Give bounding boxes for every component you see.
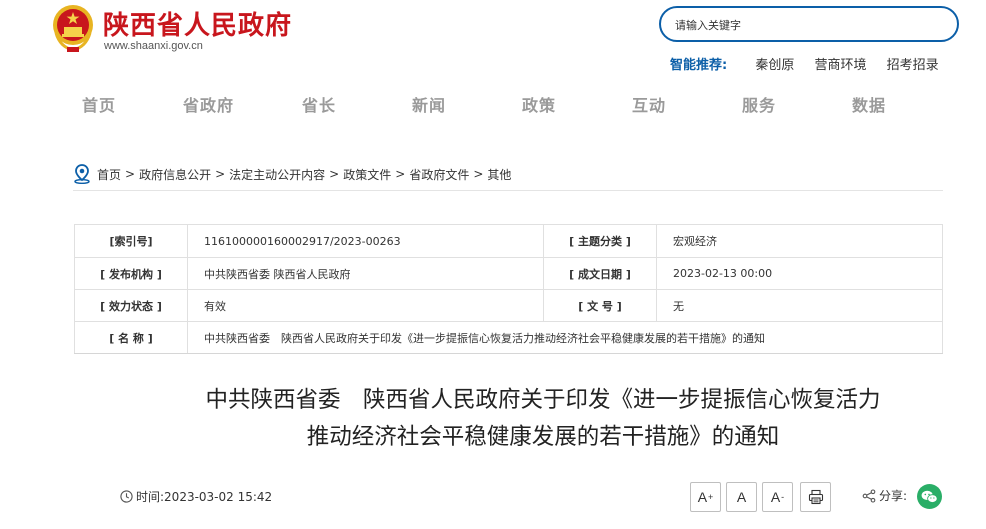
search-input[interactable] bbox=[675, 16, 925, 34]
topic-value: 宏观经济 bbox=[656, 224, 943, 258]
nav-item-policy[interactable]: 政策 bbox=[522, 92, 556, 116]
font-smaller-label: A bbox=[770, 489, 781, 505]
font-smaller-button[interactable]: A- bbox=[762, 482, 793, 512]
time-label: 时间: bbox=[136, 490, 165, 504]
share-label: 分享: bbox=[879, 489, 908, 503]
font-larger-label: A bbox=[697, 489, 708, 505]
nav-item-provincial-government[interactable]: 省政府 bbox=[183, 92, 234, 116]
national-emblem-icon bbox=[53, 5, 93, 52]
search-box[interactable] bbox=[659, 6, 959, 42]
font-normal-button[interactable]: A bbox=[726, 482, 757, 512]
smart-recommend-link-business-env[interactable]: 营商环境 bbox=[815, 58, 867, 73]
breadcrumb-divider bbox=[73, 190, 943, 191]
document-info-table: [索引号] 116100000160002917/2023-00263 [ 主题… bbox=[74, 224, 943, 354]
site-title: 陕西省人民政府 bbox=[103, 11, 293, 41]
article-title-line-2: 推动经济社会平稳健康发展的若干措施》的通知 bbox=[306, 424, 780, 450]
smart-recommend-link-qinchuangyuan[interactable]: 秦创原 bbox=[755, 58, 794, 73]
breadcrumb-item-policy-docs[interactable]: 政策文件 bbox=[343, 166, 391, 183]
breadcrumb-item-statutory[interactable]: 法定主动公开内容 bbox=[229, 166, 325, 183]
table-row: [索引号] 116100000160002917/2023-00263 [ 主题… bbox=[74, 224, 943, 258]
font-normal-label: A bbox=[736, 489, 747, 505]
date-value: 2023-02-13 00:00 bbox=[656, 257, 943, 290]
print-icon bbox=[808, 489, 823, 505]
breadcrumb-item-gov-info[interactable]: 政府信息公开 bbox=[139, 166, 211, 183]
name-label: [ 名 称 ] bbox=[74, 321, 188, 354]
wechat-share-button[interactable] bbox=[917, 484, 942, 509]
breadcrumb-item-home[interactable]: 首页 bbox=[97, 166, 121, 183]
index-label: [索引号] bbox=[74, 224, 188, 258]
clock-icon bbox=[120, 490, 133, 503]
issuer-label: [ 发布机构 ] bbox=[74, 257, 188, 290]
status-label: [ 效力状态 ] bbox=[74, 289, 188, 322]
nav-item-interaction[interactable]: 互动 bbox=[632, 92, 666, 116]
table-row: [ 效力状态 ] 有效 [ 文 号 ] 无 bbox=[74, 289, 943, 322]
smart-recommend-label: 智能推荐: bbox=[670, 58, 728, 73]
smart-recommend-link-recruitment[interactable]: 招考招录 bbox=[887, 58, 939, 73]
breadcrumb-item-provincial-docs[interactable]: 省政府文件 bbox=[409, 166, 469, 183]
font-larger-button[interactable]: A + bbox=[690, 482, 721, 512]
nav-item-data[interactable]: 数据 bbox=[852, 92, 886, 116]
font-larger-mark: + bbox=[708, 492, 714, 502]
location-pin-icon bbox=[74, 164, 90, 184]
docno-value: 无 bbox=[656, 289, 943, 322]
nav-item-governor[interactable]: 省长 bbox=[302, 92, 336, 116]
breadcrumb-separator: > bbox=[395, 167, 406, 181]
share-area: 分享: bbox=[862, 487, 907, 504]
breadcrumb-separator: > bbox=[215, 167, 226, 181]
issuer-value: 中共陕西省委 陕西省人民政府 bbox=[187, 257, 544, 290]
publish-time: 时间: 2023-03-02 15:42 bbox=[120, 488, 272, 505]
breadcrumb-item-other[interactable]: 其他 bbox=[487, 166, 511, 183]
breadcrumb-separator: > bbox=[329, 167, 340, 181]
main-nav: 首页 省政府 省长 新闻 政策 互动 服务 数据 bbox=[0, 92, 986, 116]
smart-recommend: 智能推荐: 秦创原 营商环境 招考招录 bbox=[670, 54, 955, 73]
status-value: 有效 bbox=[187, 289, 544, 322]
print-button[interactable] bbox=[800, 482, 831, 512]
share-icon bbox=[862, 488, 876, 503]
site-url: www.shaanxi.gov.cn bbox=[104, 40, 203, 52]
breadcrumb: 首页 > 政府信息公开 > 法定主动公开内容 > 政策文件 > 省政府文件 > … bbox=[73, 164, 511, 184]
topic-label: [ 主题分类 ] bbox=[543, 224, 657, 258]
wechat-icon bbox=[921, 490, 938, 503]
breadcrumb-separator: > bbox=[125, 167, 136, 181]
docno-label: [ 文 号 ] bbox=[543, 289, 657, 322]
article-title-line-1: 中共陕西省委 陕西省人民政府关于印发《进一步提振信心恢复活力 bbox=[205, 387, 881, 413]
index-value: 116100000160002917/2023-00263 bbox=[187, 224, 544, 258]
nav-item-news[interactable]: 新闻 bbox=[412, 92, 446, 116]
table-row: [ 名 称 ] 中共陕西省委 陕西省人民政府关于印发《进一步提振信心恢复活力推动… bbox=[74, 321, 943, 354]
table-row: [ 发布机构 ] 中共陕西省委 陕西省人民政府 [ 成文日期 ] 2023-02… bbox=[74, 257, 943, 290]
name-value: 中共陕西省委 陕西省人民政府关于印发《进一步提振信心恢复活力推动经济社会平稳健康… bbox=[187, 321, 943, 354]
breadcrumb-separator: > bbox=[473, 167, 484, 181]
font-smaller-mark: - bbox=[781, 492, 785, 502]
time-value: 2023-03-02 15:42 bbox=[164, 489, 273, 504]
date-label: [ 成文日期 ] bbox=[543, 257, 657, 290]
nav-item-home[interactable]: 首页 bbox=[82, 92, 116, 116]
article-title: 中共陕西省委 陕西省人民政府关于印发《进一步提振信心恢复活力 推动经济社会平稳健… bbox=[100, 382, 986, 456]
nav-item-services[interactable]: 服务 bbox=[742, 92, 776, 116]
